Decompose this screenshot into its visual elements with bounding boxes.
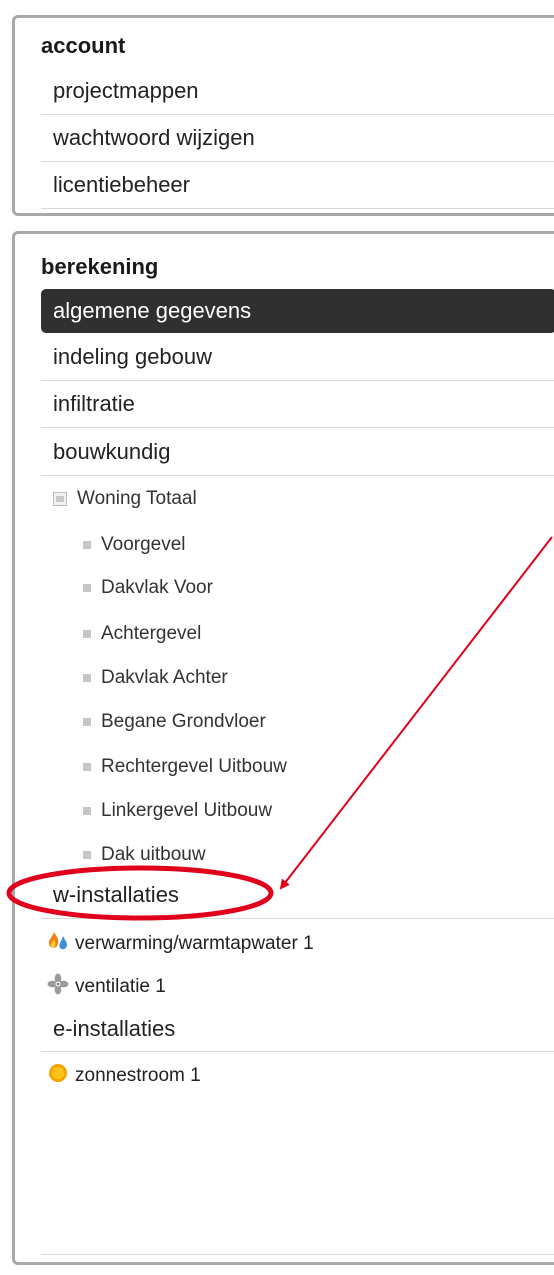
collapse-box-icon — [53, 492, 67, 506]
installation-ventilatie[interactable]: ventilatie 1 — [47, 973, 166, 1001]
tree-leaf[interactable]: Dakvlak Achter — [83, 665, 228, 691]
installation-label: ventilatie 1 — [75, 976, 166, 997]
bullet-square-icon — [83, 584, 91, 592]
bullet-square-icon — [83, 674, 91, 682]
menu-item-label: wachtwoord wijzigen — [53, 125, 255, 150]
tree-leaf[interactable]: Achtergevel — [83, 621, 201, 647]
tree-node-woning-totaal[interactable]: Woning Totaal — [53, 486, 197, 512]
berekening-title: berekening — [41, 254, 159, 279]
tree-leaf[interactable]: Voorgevel — [83, 532, 186, 558]
bullet-square-icon — [83, 763, 91, 771]
tree-leaf-label: Achtergevel — [101, 623, 202, 644]
tree-leaf-label: Dak uitbouw — [101, 844, 206, 865]
bullet-square-icon — [83, 718, 91, 726]
menu-item-label: infiltratie — [53, 391, 135, 416]
installation-label: zonnestroom 1 — [75, 1065, 201, 1086]
menu-item-e-installaties[interactable]: e-installaties — [41, 1006, 554, 1052]
bullet-square-icon — [83, 807, 91, 815]
tree-leaf-label: Dakvlak Voor — [101, 577, 213, 598]
tree-leaf-label: Begane Grondvloer — [101, 711, 266, 732]
bullet-square-icon — [83, 541, 91, 549]
tree-leaf[interactable]: Rechtergevel Uitbouw — [83, 754, 287, 780]
bullet-square-icon — [83, 851, 91, 859]
menu-item-licentiebeheer[interactable]: licentiebeheer — [41, 162, 554, 209]
menu-item-label: e-installaties — [53, 1015, 176, 1041]
tree-leaf[interactable]: Begane Grondvloer — [83, 709, 266, 735]
tree-leaf[interactable]: Dakvlak Voor — [83, 575, 213, 601]
panel-bottom-divider — [41, 1254, 554, 1255]
flame-drop-icon — [47, 930, 69, 958]
installation-zonnestroom[interactable]: zonnestroom 1 — [47, 1063, 201, 1089]
menu-item-indeling-gebouw[interactable]: indeling gebouw — [41, 333, 554, 381]
account-panel: account projectmappen wachtwoord wijzige… — [12, 15, 554, 216]
menu-item-label: w-installaties — [53, 882, 179, 907]
menu-item-bouwkundig[interactable]: bouwkundig — [41, 428, 554, 476]
menu-item-wachtwoord-wijzigen[interactable]: wachtwoord wijzigen — [41, 115, 554, 162]
installation-label: verwarming/warmtapwater 1 — [75, 933, 314, 954]
tree-leaf-label: Dakvlak Achter — [101, 667, 228, 688]
menu-item-label: licentiebeheer — [53, 172, 190, 197]
menu-item-label: bouwkundig — [53, 438, 171, 464]
menu-item-label: projectmappen — [53, 78, 199, 103]
tree-leaf-label: Rechtergevel Uitbouw — [101, 756, 287, 777]
menu-item-label: algemene gegevens — [53, 298, 252, 323]
sun-icon — [47, 1062, 69, 1090]
tree-leaf-label: Linkergevel Uitbouw — [101, 800, 273, 821]
installation-verwarming[interactable]: verwarming/warmtapwater 1 — [47, 931, 314, 957]
bullet-square-icon — [83, 630, 91, 638]
menu-item-projectmappen[interactable]: projectmappen — [41, 68, 554, 115]
fan-icon — [47, 973, 69, 1001]
account-title: account — [41, 33, 126, 58]
menu-item-infiltratie[interactable]: infiltratie — [41, 381, 554, 428]
tree-leaf-label: Voorgevel — [101, 534, 186, 555]
tree-leaf[interactable]: Linkergevel Uitbouw — [83, 798, 272, 824]
tree-node-label: Woning Totaal — [77, 488, 197, 509]
menu-item-w-installaties[interactable]: w-installaties — [41, 872, 554, 919]
menu-item-algemene-gegevens[interactable]: algemene gegevens — [41, 289, 554, 333]
tree-leaf[interactable]: Dak uitbouw — [83, 842, 206, 868]
berekening-panel: berekening algemene gegevens indeling ge… — [12, 231, 554, 1265]
menu-item-label: indeling gebouw — [53, 343, 213, 369]
